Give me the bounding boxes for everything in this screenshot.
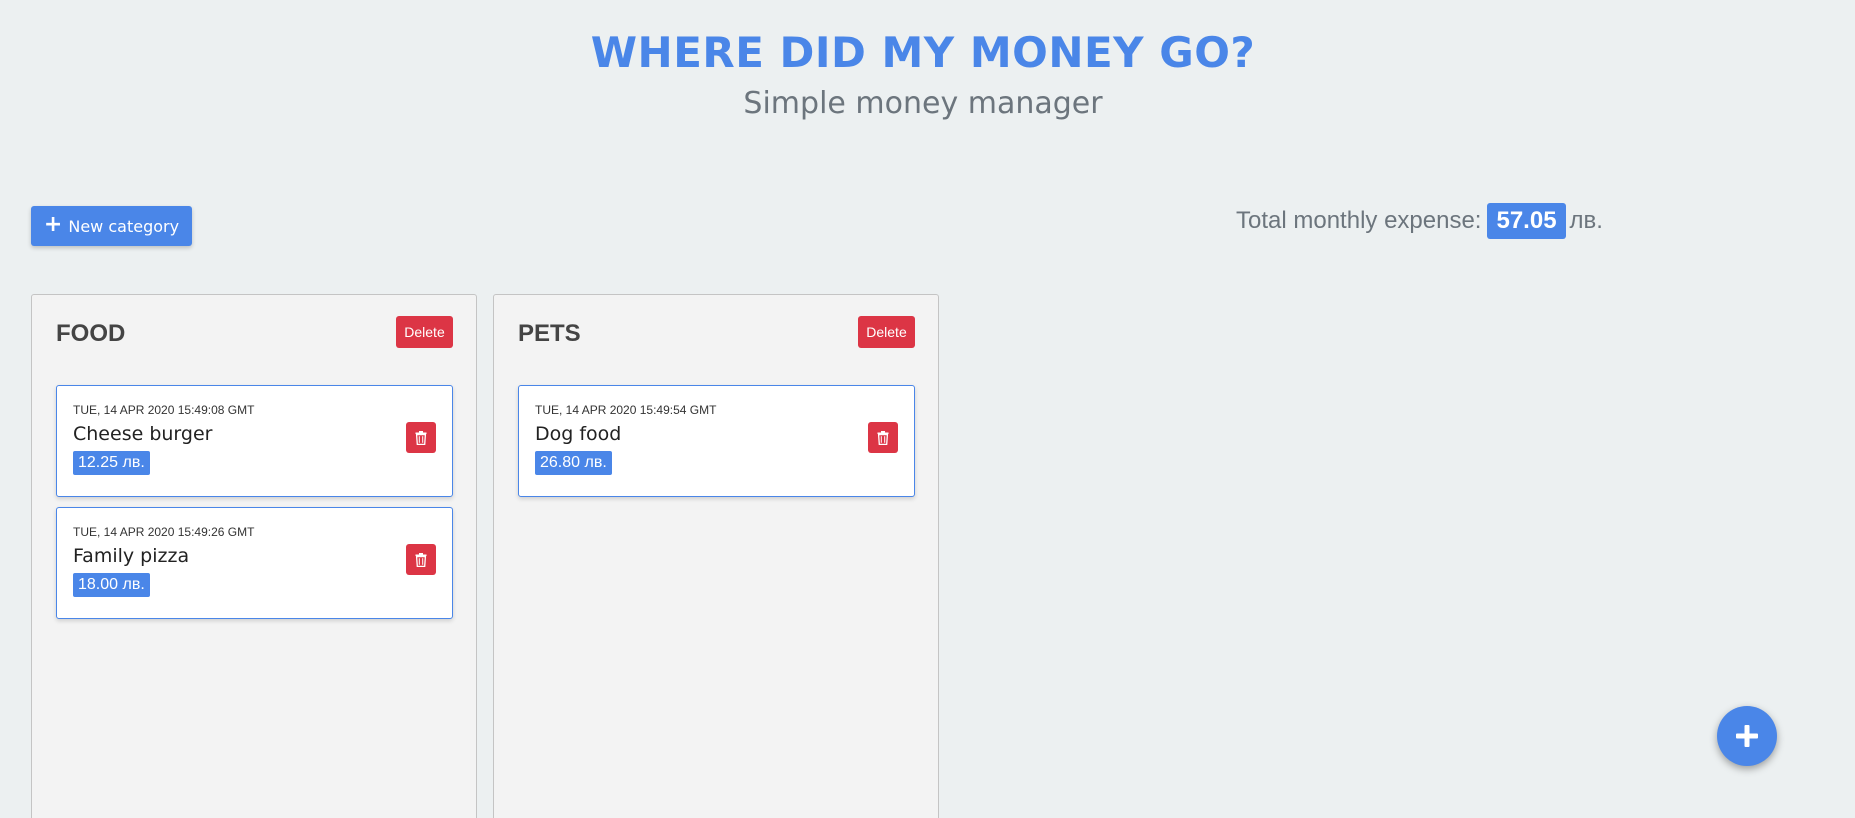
trash-icon <box>415 430 427 445</box>
app-subtitle: Simple money manager <box>743 86 1103 121</box>
new-category-button[interactable]: + New category <box>31 206 192 246</box>
expense-list: TUE, 14 APR 2020 15:49:08 GMT Cheese bur… <box>56 385 453 629</box>
expense-date: TUE, 14 APR 2020 15:49:26 GMT <box>73 525 255 539</box>
total-monthly-expense: Total monthly expense: 57.05 лв. <box>1236 201 1603 240</box>
delete-category-button[interactable]: Delete <box>858 316 915 348</box>
total-currency: лв. <box>1569 206 1603 234</box>
page: WHERE DID MY MONEY GO? Simple money mana… <box>0 0 1855 818</box>
delete-expense-button[interactable] <box>406 422 436 453</box>
total-amount-badge: 57.05 <box>1487 202 1566 239</box>
expense-name: Dog food <box>535 423 622 445</box>
expense-amount-badge: 18.00 лв. <box>73 573 150 597</box>
expense-amount-badge: 26.80 лв. <box>535 451 612 475</box>
trash-icon <box>877 430 889 445</box>
category-title: PETS <box>518 320 581 347</box>
expense-amount-badge: 12.25 лв. <box>73 451 150 475</box>
delete-expense-button[interactable] <box>868 422 898 453</box>
total-label: Total monthly expense: <box>1236 206 1482 234</box>
plus-icon <box>1736 725 1758 747</box>
expense-name: Cheese burger <box>73 423 213 445</box>
plus-icon: + <box>43 212 63 237</box>
app-title: WHERE DID MY MONEY GO? <box>590 28 1256 77</box>
category-card-pets: PETS Delete TUE, 14 APR 2020 15:49:54 GM… <box>493 294 939 818</box>
trash-icon <box>415 552 427 567</box>
category-title: FOOD <box>56 320 126 347</box>
expense-date: TUE, 14 APR 2020 15:49:08 GMT <box>73 403 255 417</box>
expense-date: TUE, 14 APR 2020 15:49:54 GMT <box>535 403 717 417</box>
expense-name: Family pizza <box>73 545 190 567</box>
delete-expense-button[interactable] <box>406 544 436 575</box>
expense-item: TUE, 14 APR 2020 15:49:54 GMT Dog food 2… <box>518 385 915 497</box>
expense-list: TUE, 14 APR 2020 15:49:54 GMT Dog food 2… <box>518 385 915 507</box>
expense-item: TUE, 14 APR 2020 15:49:26 GMT Family piz… <box>56 507 453 619</box>
category-card-food: FOOD Delete TUE, 14 APR 2020 15:49:08 GM… <box>31 294 477 818</box>
add-expense-fab[interactable] <box>1717 706 1777 766</box>
delete-category-button[interactable]: Delete <box>396 316 453 348</box>
new-category-label: New category <box>68 216 180 236</box>
expense-item: TUE, 14 APR 2020 15:49:08 GMT Cheese bur… <box>56 385 453 497</box>
